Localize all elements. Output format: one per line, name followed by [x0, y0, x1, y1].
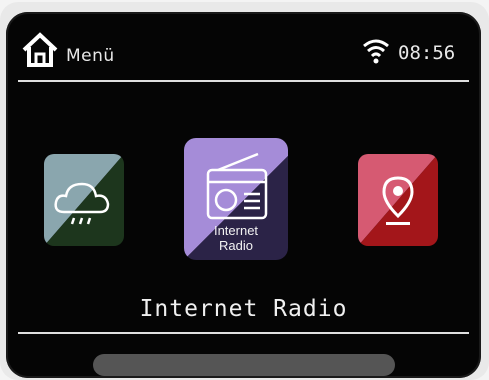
- menu-item-weather[interactable]: [44, 154, 124, 246]
- clock: 08:56: [398, 42, 456, 64]
- wifi-icon: [363, 39, 389, 64]
- menu-title: Menü: [66, 46, 115, 66]
- footer-divider: [18, 332, 469, 334]
- menu-item-location[interactable]: [358, 154, 438, 246]
- scrollbar[interactable]: [93, 354, 395, 376]
- home-icon[interactable]: [20, 30, 60, 68]
- header-divider: [18, 80, 469, 82]
- status-bar: Menü 08:56: [6, 12, 481, 80]
- display-screen: Menü 08:56 Internet Radio Internet Radio: [6, 12, 481, 378]
- selected-item-title: Internet Radio: [139, 296, 348, 322]
- radio-caption-line2: Radio: [219, 238, 253, 253]
- radio-caption-line1: Internet: [213, 223, 259, 238]
- menu-item-internet-radio[interactable]: Internet Radio: [184, 138, 288, 260]
